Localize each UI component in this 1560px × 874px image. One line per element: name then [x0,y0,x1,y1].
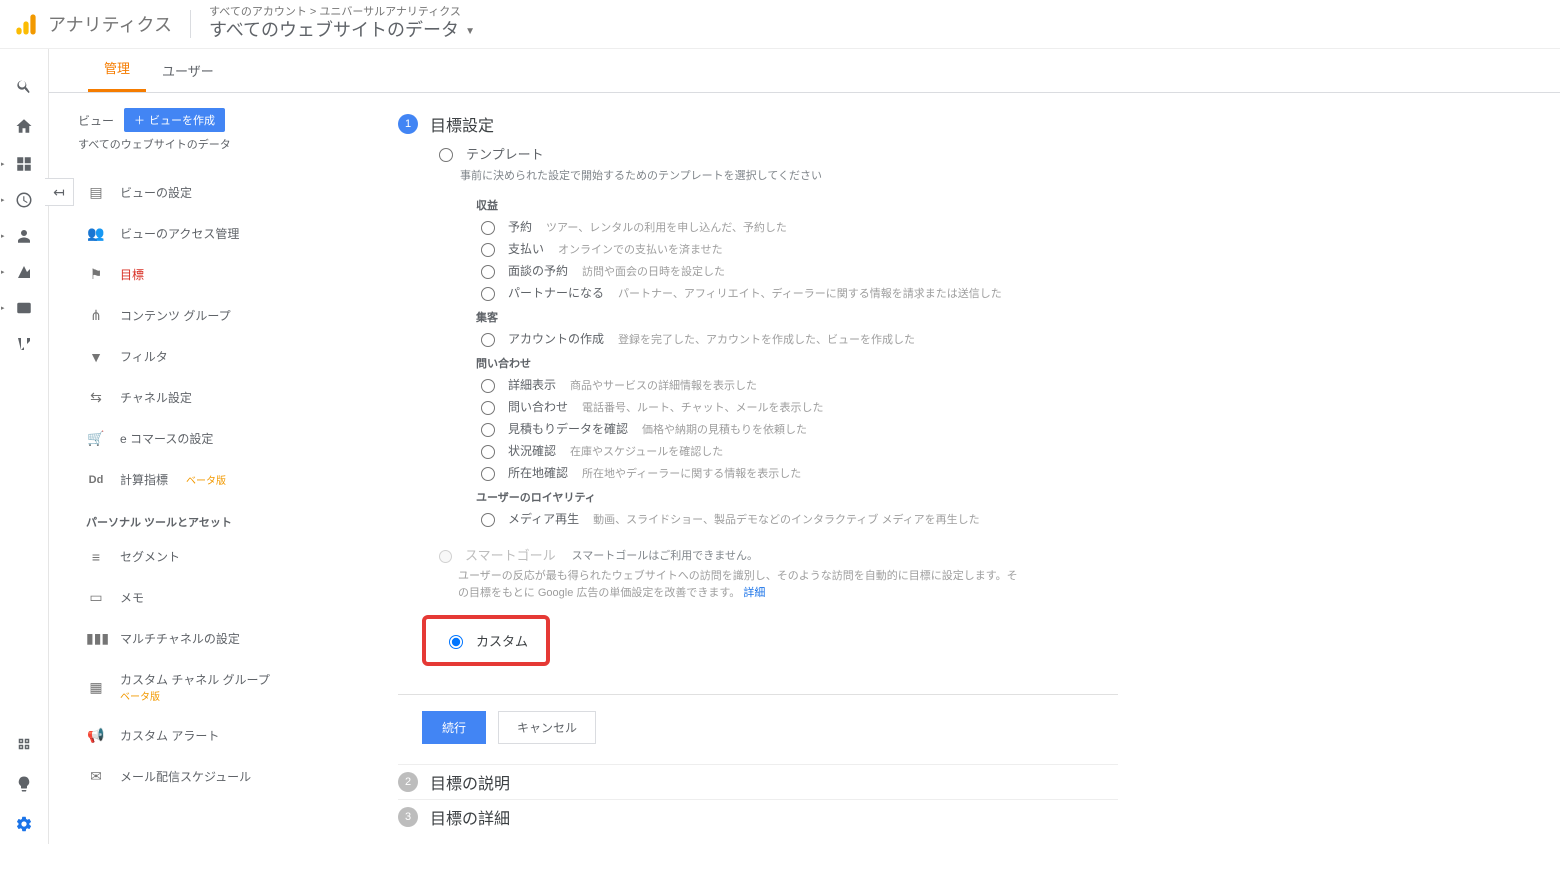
product-name: アナリティクス [48,11,172,37]
goal-setup-content: 1 目標設定 テンプレート 事前に決められた設定で開始するためのテンプレートを選… [358,92,1158,874]
admin-gear-icon[interactable] [0,804,48,844]
share-icon: ⋔ [86,307,106,324]
cancel-button[interactable]: キャンセル [498,711,596,744]
view-label: ビュー [78,112,114,129]
step-3-header[interactable]: 3 目標の詳細 [398,799,1118,834]
group-revenue-title: 収益 [476,197,1118,213]
admin-item-segments[interactable]: ≡セグメント [78,536,358,577]
nav-acquisition[interactable]: ▸ [0,254,48,290]
radio-status[interactable]: 状況確認在庫やスケジュールを確認した [476,442,1118,459]
radio-detail[interactable]: 詳細表示商品やサービスの詳細情報を表示した [476,376,1118,393]
admin-item-mcf[interactable]: ▮▮▮マルチチャネルの設定 [78,618,358,659]
step-1-header: 1 目標設定 [398,112,1118,136]
radio-template[interactable] [439,148,453,162]
radio-contact[interactable]: 問い合わせ電話番号、ルート、チャット、メールを表示した [476,398,1118,415]
option-template[interactable]: テンプレート [434,144,1118,163]
admin-item-calc-metrics[interactable]: Dd計算指標ベータ版 [78,459,358,500]
account-selector[interactable]: すべてのアカウント > ユニバーサルアナリティクス すべてのウェブサイトのデータ… [209,5,475,43]
radio-smart-goal [439,550,452,563]
group-loyalty-title: ユーザーのロイヤリティ [476,489,1118,505]
megaphone-icon: 📢 [86,727,106,744]
step-1-title: 目標設定 [430,112,494,136]
radio-media[interactable]: メディア再生動画、スライドショー、製品デモなどのインタラクティブ メディアを再生… [476,510,1118,527]
admin-item-mail-schedule[interactable]: ✉メール配信スケジュール [78,756,358,797]
cart-icon: 🛒 [86,430,106,447]
radio-custom[interactable] [449,635,463,649]
home-icon[interactable] [0,106,48,146]
filter-icon: ▼ [86,349,106,365]
radio-appointment[interactable]: 面談の予約訪問や面会の日時を設定した [476,262,1118,279]
notes-icon: ▭ [86,589,106,606]
admin-tabs: 管理 ユーザー [48,48,1560,93]
document-icon: ▤ [86,184,106,201]
segments-icon: ≡ [86,549,106,565]
admin-item-alerts[interactable]: 📢カスタム アラート [78,715,358,756]
property-name: すべてのウェブサイトのデータ [209,19,459,42]
create-view-button[interactable]: ＋ビューを作成 [124,108,225,132]
tab-admin[interactable]: 管理 [88,58,146,92]
grid-icon: ▦ [86,679,106,696]
bars-icon: ▮▮▮ [86,630,106,647]
attribution-icon[interactable] [0,724,48,764]
tab-user[interactable]: ユーザー [146,61,230,92]
logo-wrap: アナリティクス [12,10,172,38]
section-personal-tools: パーソナル ツールとアセット [78,500,358,536]
admin-item-content-groups[interactable]: ⋔コンテンツ グループ [78,295,358,336]
header-divider [190,10,191,38]
flag-icon: ⚑ [86,266,106,283]
plus-icon: ＋ [134,112,145,128]
nav-realtime[interactable]: ▸ [0,182,48,218]
option-smart-goal: スマートゴール スマートゴールはご利用できません。 ユーザーの反応が最も得られた… [434,545,1118,601]
nav-conversions[interactable] [0,326,48,362]
admin-item-access[interactable]: 👥ビューのアクセス管理 [78,213,358,254]
dd-icon: Dd [86,474,106,486]
option-custom-highlighted[interactable]: カスタム [422,615,550,666]
search-icon[interactable] [0,66,48,106]
group-inquiry-title: 問い合わせ [476,355,1118,371]
template-hint: 事前に決められた設定で開始するためのテンプレートを選択してください [460,167,1118,183]
radio-create-account[interactable]: アカウントの作成登録を完了した、アカウントを作成した、ビューを作成した [476,330,1118,347]
admin-item-notes[interactable]: ▭メモ [78,577,358,618]
smart-goal-hint: ユーザーの反応が最も得られたウェブサイトへの訪問を識別し、そのような訪問を自動的… [458,568,1018,601]
smart-goal-detail-link[interactable]: 詳細 [743,587,765,599]
admin-view-column: ビュー ＋ビューを作成 すべてのウェブサイトのデータ ▤ビューの設定 👥ビューの… [48,92,358,874]
view-name[interactable]: すべてのウェブサイトのデータ [78,136,358,152]
admin-item-custom-channel[interactable]: ▦カスタム チャネル グループベータ版 [78,659,358,715]
step-badge-1: 1 [398,114,418,134]
step-2-header[interactable]: 2 目標の説明 [398,764,1118,799]
group-acquisition-title: 集客 [476,309,1118,325]
step-badge-2: 2 [398,772,418,792]
nav-customization[interactable]: ▸ [0,146,48,182]
mail-icon: ✉ [86,768,106,785]
radio-estimate[interactable]: 見積もりデータを確認価格や納期の見積もりを依頼した [476,420,1118,437]
radio-partner[interactable]: パートナーになるパートナー、アフィリエイト、ディーラーに関する情報を請求または送… [476,284,1118,301]
separator [398,694,1118,695]
app-header: アナリティクス すべてのアカウント > ユニバーサルアナリティクス すべてのウェ… [0,0,1560,49]
admin-item-channel[interactable]: ⇆チャネル設定 [78,377,358,418]
radio-location[interactable]: 所在地確認所在地やディーラーに関する情報を表示した [476,464,1118,481]
nav-audience[interactable]: ▸ [0,218,48,254]
people-icon: 👥 [86,225,106,242]
admin-item-filters[interactable]: ▼フィルタ [78,336,358,377]
chevron-down-icon: ▼ [465,25,475,38]
radio-reservation[interactable]: 予約ツアー、レンタルの利用を申し込んだ、予約した [476,218,1118,235]
step-badge-3: 3 [398,807,418,827]
collapse-sidebar-button[interactable]: ↤ [45,178,74,206]
breadcrumb: すべてのアカウント > ユニバーサルアナリティクス [209,5,475,19]
radio-payment[interactable]: 支払いオンラインでの支払いを済ませた [476,240,1118,257]
channel-icon: ⇆ [86,389,106,406]
admin-item-view-settings[interactable]: ▤ビューの設定 [78,172,358,213]
discover-icon[interactable] [0,764,48,804]
admin-item-goals[interactable]: ⚑目標 [78,254,358,295]
analytics-logo-icon [12,10,40,38]
continue-button[interactable]: 続行 [422,711,486,744]
nav-behavior[interactable]: ▸ [0,290,48,326]
admin-item-ecommerce[interactable]: 🛒e コマースの設定 [78,418,358,459]
left-rail: ▸ ▸ ▸ ▸ ▸ [0,48,49,844]
